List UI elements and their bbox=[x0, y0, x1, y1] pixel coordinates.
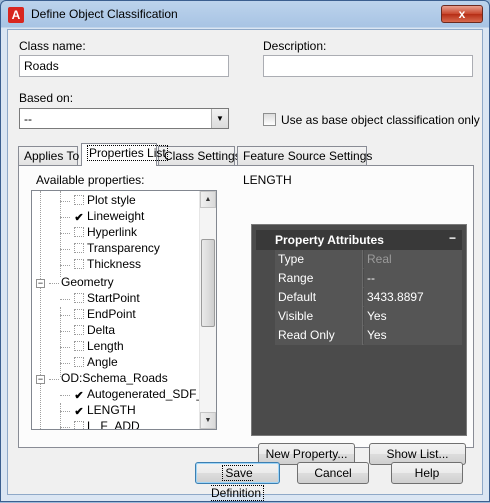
scroll-thumb[interactable] bbox=[201, 239, 215, 327]
tree-item-autogenerated-sdf-id[interactable]: ✔ Autogenerated_SDF_ID bbox=[60, 387, 215, 403]
based-on-value: -- bbox=[24, 112, 32, 126]
based-on-label: Based on: bbox=[19, 91, 74, 105]
endpoint-checkbox[interactable] bbox=[74, 309, 84, 319]
tree-item-l-f-add[interactable]: L_F_ADD bbox=[60, 419, 140, 429]
check-icon[interactable]: ✔ bbox=[74, 391, 84, 402]
check-icon[interactable]: ✔ bbox=[74, 407, 84, 418]
delta-checkbox[interactable] bbox=[74, 325, 84, 335]
help-button[interactable]: Help bbox=[391, 462, 463, 484]
class-name-label: Class name: bbox=[19, 39, 86, 53]
property-attributes-header[interactable]: Property Attributes − bbox=[256, 230, 462, 250]
tree-guide-root bbox=[40, 191, 41, 429]
properties-tree[interactable]: Plot style ✔ Lineweight Hyperlink Transpa… bbox=[31, 190, 217, 430]
chevron-down-icon[interactable]: ▼ bbox=[211, 109, 228, 128]
tab-properties-list[interactable]: Properties List bbox=[81, 143, 168, 166]
base-only-checkbox[interactable] bbox=[263, 113, 276, 126]
tree-item-thickness[interactable]: Thickness bbox=[60, 257, 141, 273]
tree-group-od-schema-roads[interactable]: − OD:Schema_Roads bbox=[36, 371, 168, 387]
tab-feature-source-settings[interactable]: Feature Source Settings bbox=[237, 146, 372, 165]
check-icon[interactable]: ✔ bbox=[74, 213, 84, 224]
window-title: Define Object Classification bbox=[31, 7, 178, 21]
l-f-add-checkbox[interactable] bbox=[74, 421, 84, 429]
close-button[interactable]: x bbox=[441, 5, 483, 23]
description-label: Description: bbox=[263, 39, 327, 53]
tree-item-length[interactable]: Length bbox=[60, 339, 124, 355]
dialog-body: Class name: Roads Description: Based on:… bbox=[7, 29, 483, 501]
angle-checkbox[interactable] bbox=[74, 357, 84, 367]
autocad-app-icon: A bbox=[8, 7, 24, 23]
tree-item-plot-style[interactable]: Plot style bbox=[60, 193, 136, 209]
tab-class-settings[interactable]: Class Settings bbox=[158, 146, 241, 165]
attribute-row-default[interactable]: Default 3433.8897 bbox=[256, 288, 462, 307]
plot-style-checkbox[interactable] bbox=[74, 195, 84, 205]
tree-group-geometry[interactable]: − Geometry bbox=[36, 275, 114, 291]
length-checkbox[interactable] bbox=[74, 341, 84, 351]
collapse-icon[interactable]: − bbox=[36, 375, 45, 384]
thickness-checkbox[interactable] bbox=[74, 259, 84, 269]
cancel-button[interactable]: Cancel bbox=[297, 462, 369, 484]
available-properties-label: Available properties: bbox=[36, 173, 145, 187]
properties-list-panel: Available properties: LENGTH Plot style … bbox=[18, 165, 474, 465]
tab-applies-to[interactable]: Applies To bbox=[18, 146, 79, 165]
collapse-icon[interactable]: − bbox=[36, 279, 45, 288]
transparency-checkbox[interactable] bbox=[74, 243, 84, 253]
selected-property-title: LENGTH bbox=[243, 173, 292, 187]
base-only-label: Use as base object classification only bbox=[281, 113, 480, 127]
tree-item-transparency[interactable]: Transparency bbox=[60, 241, 160, 257]
tree-item-lineweight[interactable]: ✔ Lineweight bbox=[60, 209, 144, 225]
tree-scrollbar[interactable]: ▲ ▼ bbox=[199, 191, 216, 429]
scroll-down-icon[interactable]: ▼ bbox=[200, 412, 216, 429]
tree-item-length-od[interactable]: ✔ LENGTH bbox=[60, 403, 136, 419]
collapse-icon[interactable]: − bbox=[449, 231, 456, 245]
tree-item-angle[interactable]: Angle bbox=[60, 355, 118, 371]
startpoint-checkbox[interactable] bbox=[74, 293, 84, 303]
scroll-up-icon[interactable]: ▲ bbox=[200, 191, 216, 208]
hyperlink-checkbox[interactable] bbox=[74, 227, 84, 237]
title-bar[interactable]: A Define Object Classification x bbox=[1, 1, 489, 29]
property-attributes-grid: Property Attributes − Type Real Range -- D… bbox=[251, 224, 467, 436]
attribute-row-range[interactable]: Range -- bbox=[256, 269, 462, 288]
tree-item-delta[interactable]: Delta bbox=[60, 323, 115, 339]
save-definition-button[interactable]: Save Definition bbox=[195, 462, 280, 501]
dialog-window: A Define Object Classification x Class n… bbox=[0, 0, 490, 502]
class-name-input[interactable]: Roads bbox=[19, 55, 229, 77]
attribute-row-read-only[interactable]: Read Only Yes bbox=[256, 326, 462, 345]
tree-item-hyperlink[interactable]: Hyperlink bbox=[60, 225, 137, 241]
description-input[interactable] bbox=[263, 55, 473, 77]
tree-item-startpoint[interactable]: StartPoint bbox=[60, 291, 140, 307]
based-on-select[interactable]: -- ▼ bbox=[19, 108, 229, 129]
tree-item-endpoint[interactable]: EndPoint bbox=[60, 307, 136, 323]
attribute-row-type[interactable]: Type Real bbox=[256, 250, 462, 269]
attribute-row-visible[interactable]: Visible Yes bbox=[256, 307, 462, 326]
